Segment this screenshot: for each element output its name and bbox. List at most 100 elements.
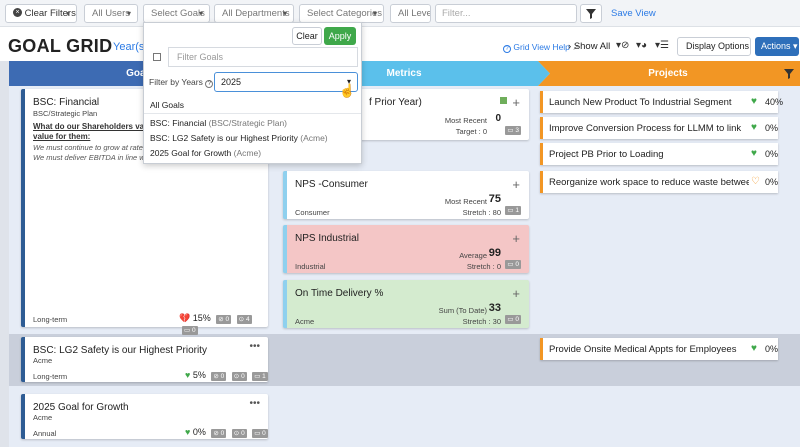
project-card[interactable]: Provide Onsite Medical Appts for Employe… — [540, 338, 778, 360]
year-select[interactable]: 2025 ▾ — [214, 72, 358, 92]
display-options-label: Display Options — [686, 41, 750, 51]
metric-title: NPS Industrial — [295, 233, 359, 244]
funnel-icon[interactable] — [783, 68, 795, 80]
chevron-right-icon: › — [568, 41, 572, 52]
add-icon[interactable]: + — [512, 177, 520, 192]
more-icon[interactable]: ••• — [249, 398, 260, 409]
show-all-label: Show All — [573, 41, 611, 52]
project-title: Reorganize work space to reduce waste be… — [549, 177, 749, 188]
show-all-toggle[interactable]: › Show All — [568, 41, 610, 52]
goal-description-line: We must continue to grow at rates — [33, 143, 147, 152]
goal-option[interactable]: 2025 Goal for Growth (Acme) — [150, 148, 261, 158]
metric-department: Consumer — [295, 208, 330, 217]
chevron-down-icon: ▾ — [282, 9, 287, 18]
goal-progress: ♥ 5% ⊘ 0 ⊙ 0 ▭ 1 — [185, 370, 268, 381]
chevron-down-icon: ▾ — [198, 9, 203, 18]
list-icon[interactable]: ▾☰ — [655, 40, 669, 51]
goal-progress: ♥ 0% ⊘ 0 ⊙ 0 ▭ 0 — [185, 427, 268, 438]
goal-option[interactable]: BSC: Financial (BSC/Strategic Plan) — [150, 118, 287, 128]
select-all-checkbox[interactable] — [153, 53, 161, 61]
chevron-down-icon: ▾ — [65, 9, 70, 18]
chevron-down-icon: ▾ — [793, 41, 798, 51]
categories-select[interactable]: Select Categories ▾ — [299, 4, 384, 23]
gauge-icon[interactable]: ▾◕ — [636, 40, 647, 51]
project-count-badge: ⊙ 0 — [231, 372, 247, 381]
goal-description-heading-2: value for them: — [33, 132, 91, 141]
comment-count-badge: ▭ 0 — [505, 315, 521, 324]
project-count-badge: ⊙ 0 — [231, 429, 247, 438]
departments-select[interactable]: All Departments ▾ — [214, 4, 294, 23]
actions-label: Actions — [761, 41, 791, 51]
levels-select[interactable]: All Levels — [390, 4, 431, 23]
project-count-badge: ⊙ 4 — [236, 315, 252, 324]
goal-subtitle: BSC/Strategic Plan — [33, 109, 98, 118]
goal-progress-value: 5% — [192, 370, 206, 380]
metrics-banner: Metrics — [386, 68, 422, 79]
metric-target: Stretch : 0 — [466, 262, 501, 271]
project-progress: 0% — [765, 123, 779, 133]
display-options-button[interactable]: Display Options ▾ — [677, 37, 751, 68]
apply-button[interactable]: Apply — [324, 27, 356, 45]
project-card[interactable]: Launch New Product To Industrial Segment… — [540, 91, 783, 113]
project-card[interactable]: Improve Conversion Process for LLMM to l… — [540, 117, 778, 139]
add-icon[interactable]: + — [512, 231, 520, 246]
comment-count-badge: ▭ 0 — [505, 260, 521, 269]
metric-target: Target : 0 — [455, 127, 487, 136]
project-progress: 0% — [765, 177, 779, 187]
metric-target: Stretch : 80 — [462, 208, 501, 217]
help-icon: ? — [503, 45, 511, 53]
goal-option[interactable]: All Goals — [150, 100, 184, 110]
heart-icon: ♥ — [751, 148, 757, 159]
goal-title: 2025 Goal for Growth — [33, 402, 129, 413]
add-icon[interactable]: + — [512, 286, 520, 301]
departments-select-label: All Departments — [222, 8, 290, 19]
more-icon[interactable]: ••• — [249, 341, 260, 352]
grid-view-help-label: Grid View Help — [513, 42, 570, 52]
filter-search-input[interactable]: Filter... — [435, 4, 577, 23]
project-progress: 0% — [765, 149, 779, 159]
metric-department: Industrial — [295, 262, 326, 271]
speed-icon[interactable]: ▾⊘ — [616, 40, 629, 51]
heart-icon: ♥ — [185, 370, 191, 380]
clear-icon: × — [13, 7, 22, 17]
comment-count-badge: ▭ 1 — [505, 206, 521, 215]
goal-title: BSC: Financial — [33, 97, 100, 108]
metric-card[interactable]: NPS -Consumer + Most Recent 75 Stretch :… — [283, 171, 529, 219]
project-progress: 0% — [765, 344, 779, 354]
metric-card[interactable]: NPS Industrial + Average 99 Stretch : 0 … — [283, 225, 529, 273]
project-card[interactable]: Reorganize work space to reduce waste be… — [540, 171, 778, 193]
goal-description-line: We must deliver EBITDA in line w — [33, 153, 145, 162]
metric-title: f Prior Year) — [369, 97, 422, 108]
metric-card[interactable]: On Time Delivery % + Sum (To Date) 33 St… — [283, 280, 529, 328]
heart-icon: ♥ — [185, 427, 191, 437]
hand-cursor-icon: ☝ — [339, 83, 356, 98]
select-goals-dropdown: Clear Apply Filter Goals Filter by Years… — [143, 22, 362, 164]
goal-term: Long-term — [33, 315, 68, 324]
filter-goals-input[interactable]: Filter Goals — [168, 47, 358, 67]
add-icon[interactable]: + — [512, 95, 520, 110]
broken-heart-icon: 💔 — [179, 313, 191, 323]
goal-title: BSC: LG2 Safety is our Highest Priority — [33, 345, 207, 356]
heart-icon: ♥ — [751, 122, 757, 133]
project-card[interactable]: Project PB Prior to Loading ♥ 0% — [540, 143, 778, 165]
goals-select[interactable]: Select Goals ▾ — [143, 4, 210, 23]
clear-filters-button[interactable]: × Clear Filters ▾ — [5, 4, 77, 23]
goal-description-heading: What do our Shareholders value — [33, 122, 156, 131]
metric-label: Most Recent — [444, 197, 487, 206]
project-title: Launch New Product To Industrial Segment — [549, 97, 732, 108]
goal-subtitle: Acme — [33, 413, 53, 422]
goal-option[interactable]: BSC: LG2 Safety is our Highest Priority … — [150, 133, 328, 143]
comment-count-badge: ▭ 1 — [252, 372, 268, 381]
save-view-link[interactable]: Save View — [611, 8, 656, 19]
page-title: GOAL GRID — [8, 36, 113, 56]
clear-button[interactable]: Clear — [292, 27, 322, 45]
metric-value: 75 — [488, 193, 501, 205]
goal-progress-value: 15% — [192, 313, 211, 323]
actions-button[interactable]: Actions ▾ — [755, 37, 799, 56]
filter-button[interactable] — [580, 4, 602, 23]
users-select[interactable]: All Users ▾ — [84, 4, 138, 23]
project-title: Project PB Prior to Loading — [549, 149, 664, 160]
goal-card[interactable]: 2025 Goal for Growth Acme Annual ••• ♥ 0… — [21, 394, 268, 439]
categories-select-label: Select Categories — [307, 8, 382, 19]
goal-card[interactable]: BSC: LG2 Safety is our Highest Priority … — [21, 337, 268, 382]
